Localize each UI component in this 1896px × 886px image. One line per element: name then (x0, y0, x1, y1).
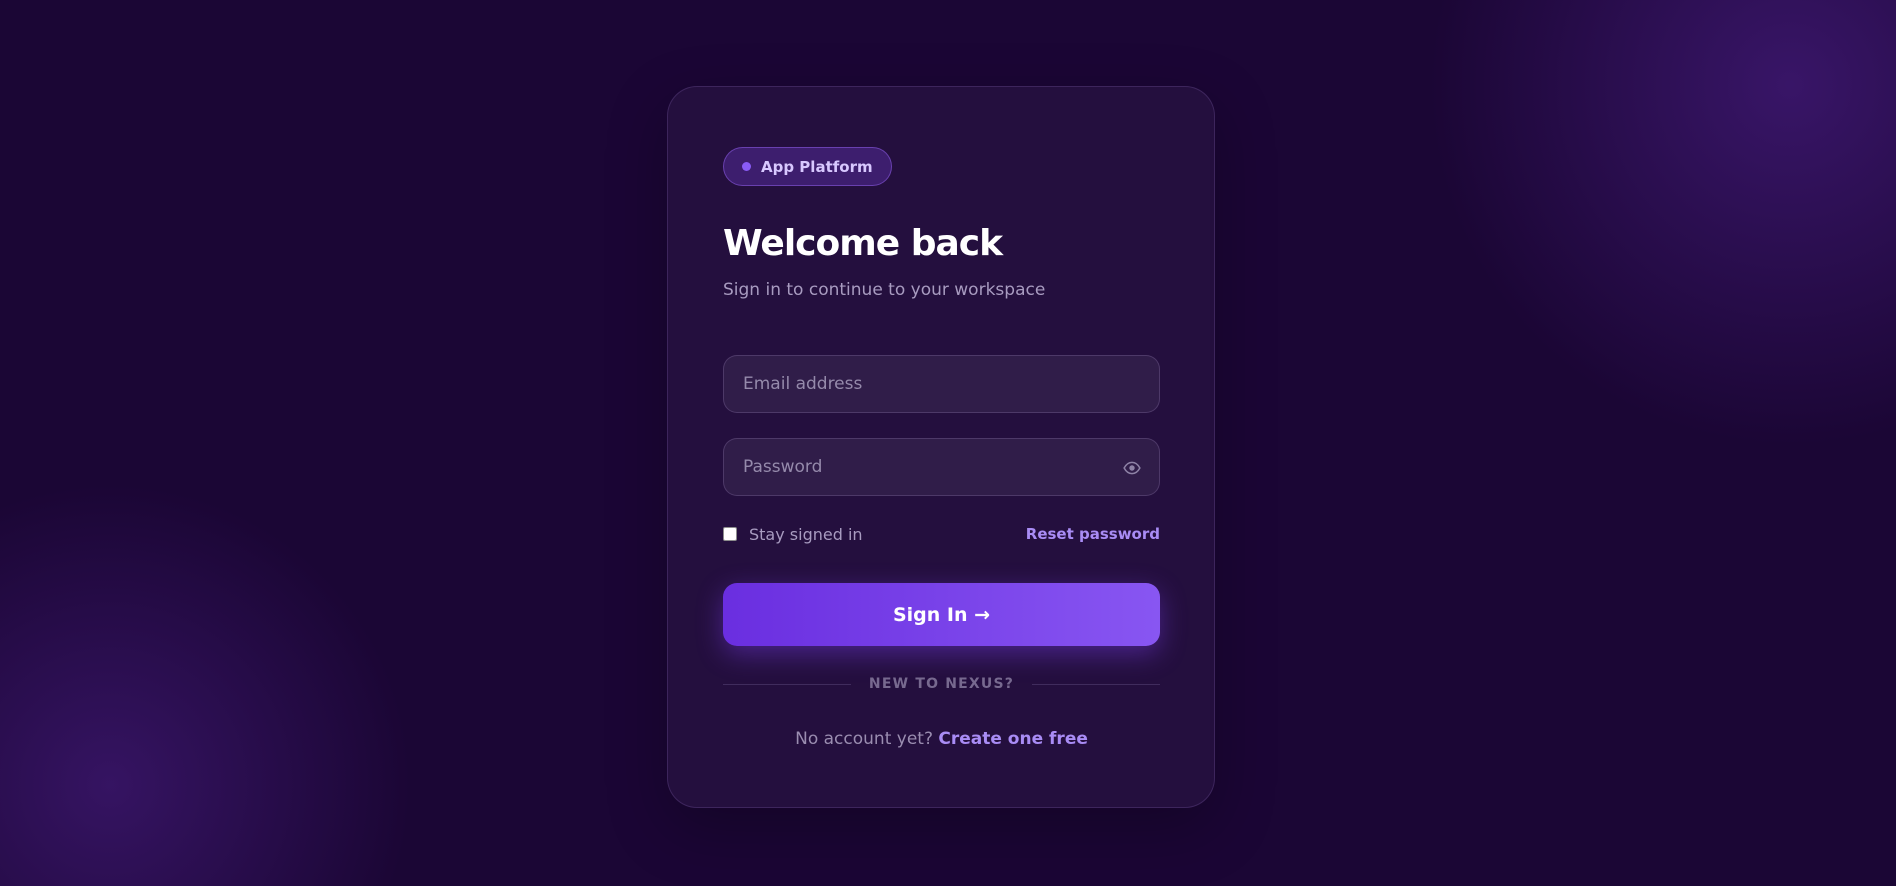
login-card-content: App Platform Welcome back Sign in to con… (723, 147, 1161, 749)
status-dot-icon (742, 162, 751, 171)
stay-signed-in[interactable]: Stay signed in (723, 525, 863, 544)
password-input[interactable] (724, 439, 1159, 495)
stay-signed-in-checkbox[interactable] (723, 527, 737, 541)
divider-line-left (723, 683, 851, 685)
sign-in-button[interactable]: Sign In → (723, 583, 1160, 646)
page-subtitle: Sign in to continue to your workspace (723, 280, 1046, 300)
options-row: Stay signed in Reset password (723, 523, 1160, 545)
create-account-link[interactable]: Create one free (938, 729, 1088, 749)
login-card: App Platform Welcome back Sign in to con… (667, 86, 1215, 808)
eye-icon[interactable] (1123, 459, 1141, 477)
email-field[interactable] (723, 355, 1160, 413)
page-title: Welcome back (723, 223, 1003, 264)
reset-password-link[interactable]: Reset password (1026, 525, 1160, 543)
signup-row: No account yet? Create one free (723, 729, 1160, 749)
sign-in-button-label: Sign In → (892, 603, 991, 626)
divider: NEW TO NEXUS? (723, 676, 1161, 692)
badge-label: App Platform (761, 157, 873, 176)
divider-label: NEW TO NEXUS? (868, 676, 1015, 692)
divider-line-right (1032, 683, 1161, 685)
app-platform-badge: App Platform (723, 147, 892, 186)
stay-signed-in-label: Stay signed in (749, 524, 863, 544)
email-input[interactable] (724, 356, 1159, 412)
password-field[interactable] (723, 438, 1160, 496)
signup-prompt: No account yet? (795, 729, 933, 749)
